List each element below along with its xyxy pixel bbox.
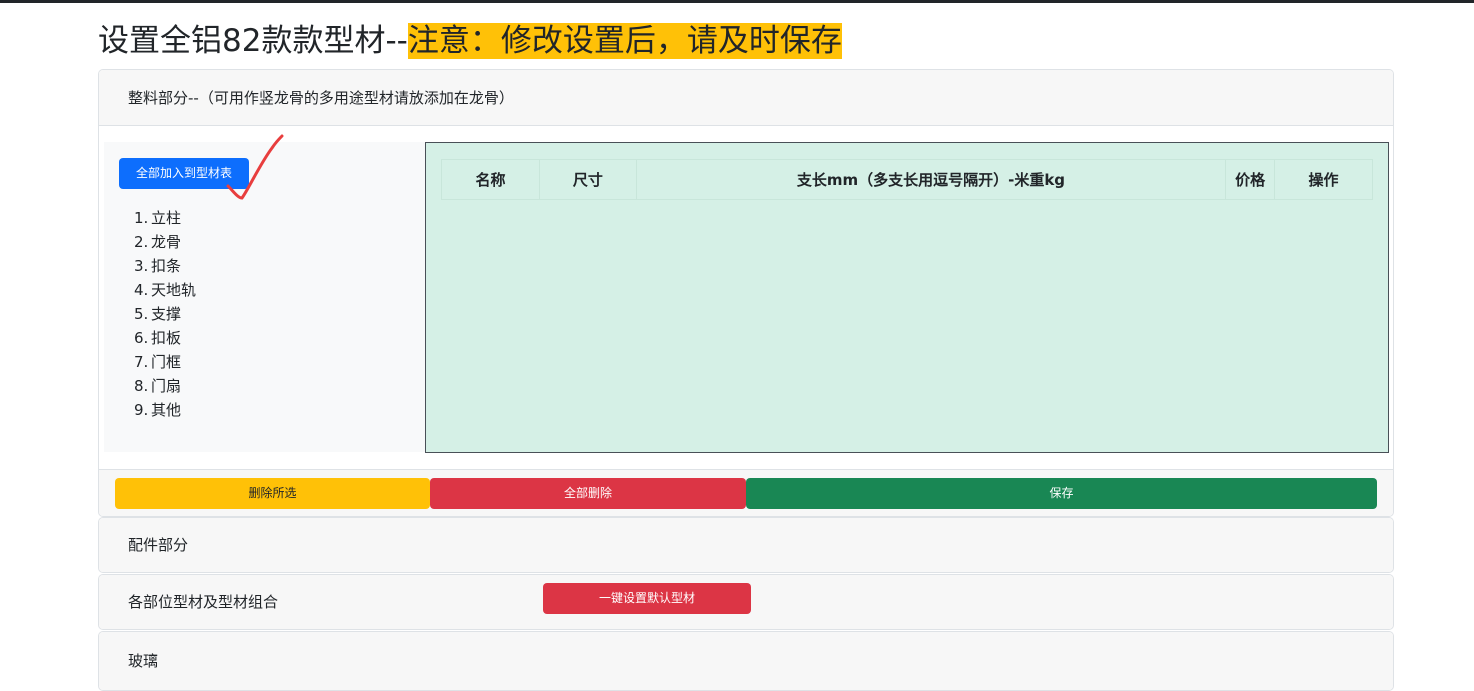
category-item[interactable]: 9. 其他	[134, 398, 196, 422]
section-parts: 配件部分	[98, 517, 1394, 573]
page-title-notice: 注意：修改设置后，请及时保存	[407, 23, 842, 59]
col-action-header: 操作	[1274, 159, 1373, 200]
section-glass: 玻璃	[98, 631, 1394, 691]
col-length-header: 支长mm（多支长用逗号隔开）-米重kg	[635, 159, 1227, 200]
section-combo-header[interactable]: 各部位型材及型材组合 一键设置默认型材	[99, 575, 1393, 629]
col-price-header: 价格	[1225, 159, 1276, 200]
section-materials-body: 全部加入到型材表 1. 立柱 2. 龙骨 3. 扣条 4. 天地轨 5. 支撑 6. 扣板 …	[99, 126, 1393, 469]
col-size-header: 尺寸	[538, 159, 637, 200]
top-border	[0, 0, 1474, 3]
category-item[interactable]: 3. 扣条	[134, 254, 196, 278]
category-item[interactable]: 2. 龙骨	[134, 230, 196, 254]
checkmark-icon	[226, 134, 284, 200]
page-title: 设置全铝82款款型材--注意：修改设置后，请及时保存	[98, 20, 842, 62]
category-item[interactable]: 7. 门框	[134, 350, 196, 374]
section-materials: 整料部分--（可用作竖龙骨的多用途型材请放添加在龙骨） 全部加入到型材表 1. 立…	[98, 69, 1394, 517]
section-parts-title: 配件部分	[128, 536, 189, 554]
set-default-button[interactable]: 一键设置默认型材	[543, 583, 751, 614]
material-table-panel: 名称 尺寸 支长mm（多支长用逗号隔开）-米重kg 价格 操作	[425, 142, 1389, 453]
save-button[interactable]: 保存	[746, 478, 1377, 509]
section-materials-footer: 删除所选 全部删除 保存	[99, 469, 1393, 516]
category-item[interactable]: 8. 门扇	[134, 374, 196, 398]
section-combo: 各部位型材及型材组合 一键设置默认型材	[98, 574, 1394, 630]
category-list: 1. 立柱 2. 龙骨 3. 扣条 4. 天地轨 5. 支撑 6. 扣板 7. 门框 8. 门扇…	[134, 206, 196, 422]
category-item[interactable]: 4. 天地轨	[134, 278, 196, 302]
section-materials-title: 整料部分--（可用作竖龙骨的多用途型材请放添加在龙骨）	[128, 89, 514, 107]
category-item[interactable]: 1. 立柱	[134, 206, 196, 230]
table-header-row: 名称 尺寸 支长mm（多支长用逗号隔开）-米重kg 价格 操作	[441, 159, 1373, 200]
section-parts-header[interactable]: 配件部分	[99, 518, 1393, 572]
category-item[interactable]: 5. 支撑	[134, 302, 196, 326]
section-materials-header[interactable]: 整料部分--（可用作竖龙骨的多用途型材请放添加在龙骨）	[99, 70, 1393, 126]
category-item[interactable]: 6. 扣板	[134, 326, 196, 350]
col-name-header: 名称	[441, 159, 540, 200]
delete-all-button[interactable]: 全部删除	[430, 478, 746, 509]
section-glass-title: 玻璃	[128, 652, 159, 670]
material-table: 名称 尺寸 支长mm（多支长用逗号隔开）-米重kg 价格 操作	[441, 159, 1373, 200]
delete-selected-button[interactable]: 删除所选	[115, 478, 430, 509]
section-glass-header[interactable]: 玻璃	[99, 632, 1393, 690]
page-title-prefix: 设置全铝82款款型材--	[98, 23, 408, 59]
category-panel: 全部加入到型材表 1. 立柱 2. 龙骨 3. 扣条 4. 天地轨 5. 支撑 6. 扣板 …	[104, 134, 425, 452]
section-combo-title: 各部位型材及型材组合	[128, 593, 279, 611]
